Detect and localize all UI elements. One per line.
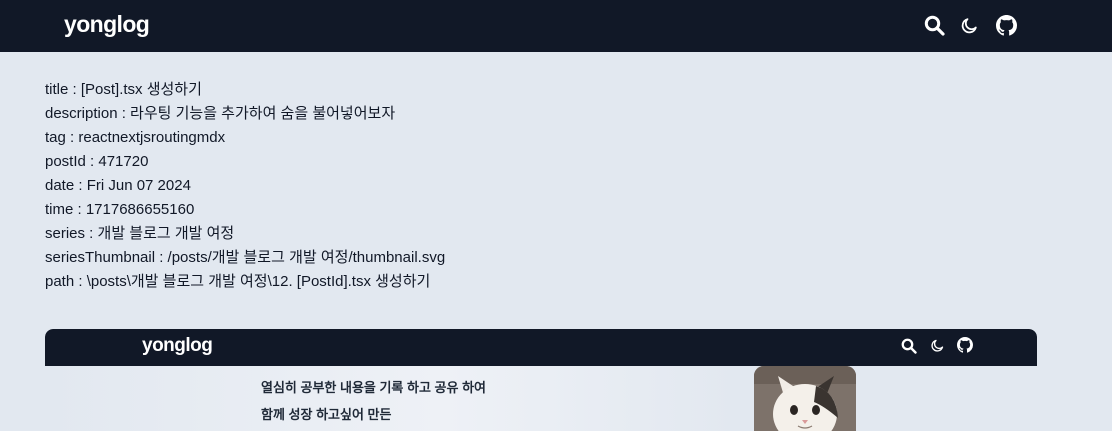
preview-intro-line: 함께 성장 하고싶어 만든	[261, 407, 392, 422]
search-icon[interactable]	[924, 15, 945, 36]
site-logo[interactable]: yonglog	[64, 11, 150, 38]
preview-navbar: yonglog	[45, 329, 1037, 366]
preview-github-icon	[957, 337, 973, 353]
top-navbar: yonglog	[0, 0, 1112, 52]
meta-time: time : 1717686655160	[45, 201, 195, 218]
meta-series: series : 개발 블로그 개발 여정	[45, 225, 235, 242]
meta-date: date : Fri Jun 07 2024	[45, 177, 191, 194]
meta-description: description : 라우팅 기능을 추가하여 숨을 불어넣어보자	[45, 105, 396, 122]
cat-avatar-image	[754, 366, 856, 431]
preview-intro-line: 열심히 공부한 내용을 기록 하고 공유 하여	[261, 380, 486, 395]
preview-search-icon	[901, 338, 917, 354]
meta-title: title : [Post].tsx 생성하기	[45, 81, 202, 98]
preview-logo: yonglog	[142, 335, 213, 356]
moon-icon[interactable]	[960, 16, 979, 35]
preview-content: 열심히 공부한 내용을 기록 하고 공유 하여 함께 성장 하고싶어 만든	[45, 366, 1037, 431]
preview-intro-text: 열심히 공부한 내용을 기록 하고 공유 하여 함께 성장 하고싶어 만든	[261, 374, 486, 428]
github-icon[interactable]	[996, 15, 1017, 36]
post-metadata: title : [Post].tsx 생성하기 description : 라우…	[45, 78, 445, 294]
meta-series-thumbnail: seriesThumbnail : /posts/개발 블로그 개발 여정/th…	[45, 249, 446, 266]
meta-tag: tag : reactnextjsroutingmdx	[45, 129, 226, 146]
meta-post-id: postId : 471720	[45, 153, 149, 170]
preview-moon-icon	[930, 338, 945, 353]
blog-preview-image: yonglog 열심히 공부한 내용을 기록 하고 공유 하여 함께 성장 하고…	[45, 329, 1037, 431]
meta-path: path : \posts\개발 블로그 개발 여정\12. [PostId].…	[45, 273, 431, 290]
